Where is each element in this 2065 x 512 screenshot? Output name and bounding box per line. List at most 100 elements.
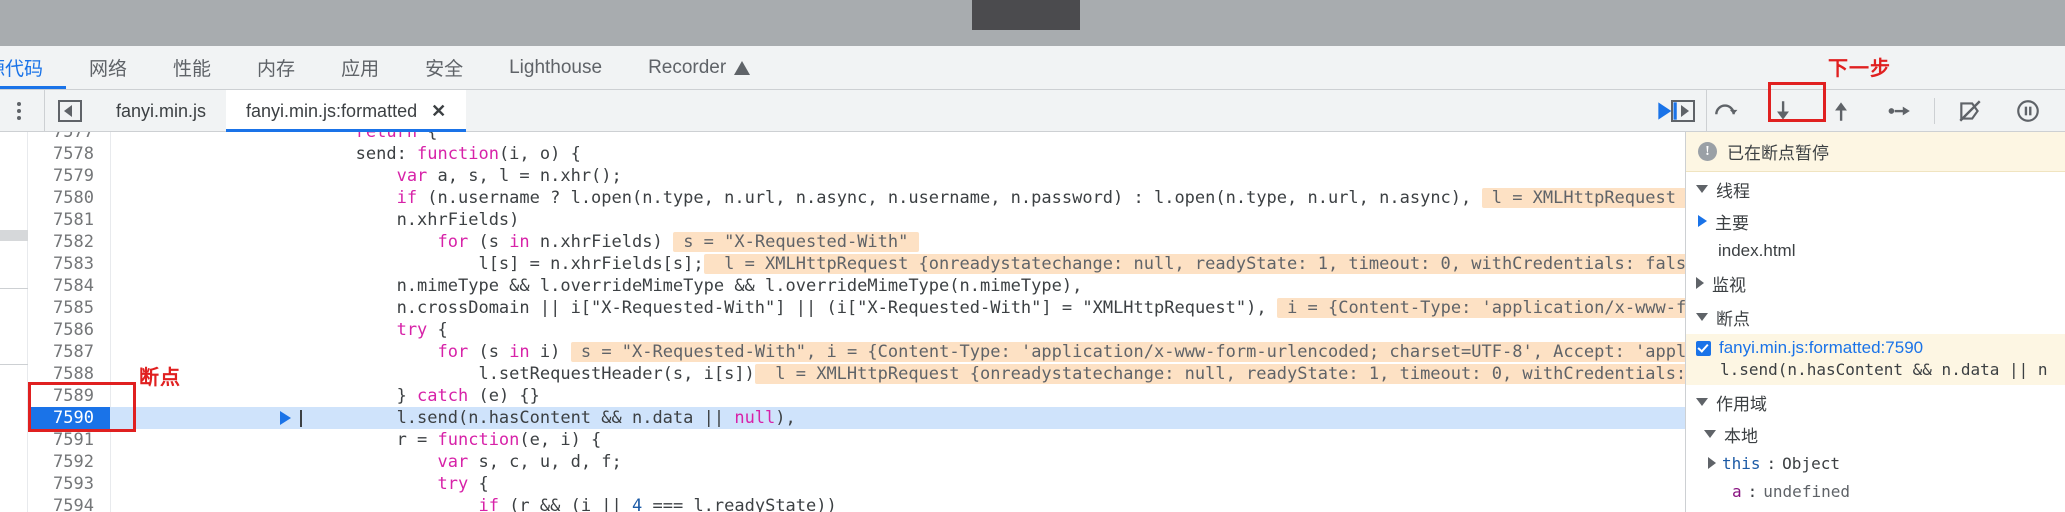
source-code-editor[interactable]: 7577 return {7578 send: function(i, o) {… xyxy=(0,132,1685,512)
code-lines-container[interactable]: 7577 return {7578 send: function(i, o) {… xyxy=(28,132,1685,512)
scope-row-this[interactable]: this: Object xyxy=(1686,449,2065,477)
devtools-tab-1[interactable]: 网络 xyxy=(66,46,150,89)
section-label-breakpoints: 断点 xyxy=(1716,309,1750,329)
thread-item-file[interactable]: index.html xyxy=(1686,236,2065,266)
deactivate-breakpoints-button[interactable] xyxy=(1941,90,1999,132)
devtools-tab-3[interactable]: 内存 xyxy=(234,46,318,89)
inline-value-hint: l = XMLHttpRequest {onrea xyxy=(1481,188,1685,208)
line-number[interactable]: 7592 xyxy=(28,451,110,473)
line-number[interactable]: 7578 xyxy=(28,143,110,165)
info-icon: ! xyxy=(1698,142,1717,161)
code-token: (s xyxy=(468,232,510,252)
devtools-tab-5[interactable]: 安全 xyxy=(402,46,486,89)
code-line[interactable]: 7585 n.crossDomain || i[ "X-Requested-Wit… xyxy=(28,297,1685,319)
line-number[interactable]: 7584 xyxy=(28,275,110,297)
controls-divider xyxy=(1934,98,1935,124)
code-line[interactable]: 7587 for (s in i) s = "X-Requested-With"… xyxy=(28,341,1685,363)
code-line[interactable]: 7589 } catch (e) {} xyxy=(28,385,1685,407)
devtools-tab-6[interactable]: Lighthouse xyxy=(486,46,625,89)
code-line[interactable]: 7583 l[s] = n.xhrFields[s]; l = XMLHttpR… xyxy=(28,253,1685,275)
code-token: in xyxy=(509,342,530,362)
scope-value-this: Object xyxy=(1782,453,1840,473)
step-out-of-current-function-button[interactable] xyxy=(1812,90,1870,132)
file-tab-1[interactable]: fanyi.min.js:formatted ✕ xyxy=(226,90,467,132)
line-number[interactable]: 7587 xyxy=(28,341,110,363)
code-token: r = xyxy=(110,430,438,450)
warning-triangle-icon xyxy=(734,60,751,75)
file-tab-0[interactable]: fanyi.min.js xyxy=(96,90,226,132)
section-header-breakpoints[interactable]: 断点 xyxy=(1686,300,2065,334)
scope-group-local[interactable]: 本地 xyxy=(1686,419,2065,449)
close-icon[interactable]: ✕ xyxy=(431,101,446,122)
deactivate-breakpoints-icon xyxy=(1959,100,1981,122)
line-content: l.send(n.hasContent && n.data || null), xyxy=(110,407,796,429)
line-number[interactable]: 7577 xyxy=(28,132,110,143)
code-line[interactable]: 7593 try { xyxy=(28,473,1685,495)
line-number[interactable]: 7580 xyxy=(28,187,110,209)
code-token: ] = xyxy=(1041,298,1083,318)
code-line[interactable]: 7594 if (r && (i || 4 === l.readyState)) xyxy=(28,495,1685,512)
devtools-tab-0[interactable]: 源代码 xyxy=(0,46,67,89)
more-options-icon[interactable] xyxy=(8,100,30,122)
code-line[interactable]: 7584 n.mimeType && l.overrideMimeType &&… xyxy=(28,275,1685,297)
step-icon xyxy=(1888,106,1910,116)
code-token: if xyxy=(478,496,499,512)
line-number[interactable]: 7585 xyxy=(28,297,110,319)
breakpoint-enabled-checkbox[interactable] xyxy=(1696,340,1711,356)
breakpoint-code-preview: l.send(n.hasContent && n.data || n xyxy=(1720,360,2048,379)
code-token: "X-Requested-With" xyxy=(857,298,1042,318)
section-header-scope[interactable]: 作用域 xyxy=(1686,385,2065,419)
code-line[interactable]: 7590 l.send(n.hasContent && n.data || nu… xyxy=(28,407,1685,429)
line-number[interactable]: 7588 xyxy=(28,363,110,385)
resume-script-execution-button[interactable] xyxy=(1638,90,1696,132)
breakpoint-row: fanyi.min.js:formatted:7590 xyxy=(1696,338,2055,358)
chevron-right-icon[interactable] xyxy=(1708,457,1716,469)
code-line[interactable]: 7579 var a, s, l = n.xhr(); xyxy=(28,165,1685,187)
scope-row-a[interactable]: a: undefined xyxy=(1686,477,2065,505)
section-header-watch[interactable]: 监视 xyxy=(1686,266,2065,300)
code-line[interactable]: 7588 l.setRequestHeader(s, i[s]) l = XML… xyxy=(28,363,1685,385)
code-token: function xyxy=(417,144,499,164)
code-line[interactable]: 7582 for (s in n.xhrFields) s = "X-Reque… xyxy=(28,231,1685,253)
step-over-next-function-call-button[interactable] xyxy=(1696,90,1754,132)
line-number[interactable]: 7593 xyxy=(28,473,110,495)
code-token: n.crossDomain || i[ xyxy=(110,298,592,318)
thread-item-main[interactable]: 主要 xyxy=(1686,206,2065,236)
devtools-tab-7[interactable]: Recorder xyxy=(625,46,773,89)
devtools-tab-2[interactable]: 性能 xyxy=(150,46,234,89)
devtools-tab-4[interactable]: 应用 xyxy=(318,46,402,89)
line-number[interactable]: 7589 xyxy=(28,385,110,407)
step-into-next-function-call-button[interactable] xyxy=(1754,90,1812,132)
step-button[interactable] xyxy=(1870,90,1928,132)
code-line[interactable]: 7577 return { xyxy=(28,132,1685,143)
section-header-threads[interactable]: 线程 xyxy=(1686,172,2065,206)
code-line[interactable]: 7580 if (n.username ? l.open(n.type, n.u… xyxy=(28,187,1685,209)
breakpoint-list-item[interactable]: fanyi.min.js:formatted:7590 l.send(n.has… xyxy=(1686,334,2065,385)
show-navigator-icon[interactable] xyxy=(58,99,82,122)
pause-on-exceptions-button[interactable] xyxy=(1999,90,2057,132)
line-number[interactable]: 7582 xyxy=(28,231,110,253)
devtools-tab-label: 源代码 xyxy=(0,59,44,80)
line-number[interactable]: 7579 xyxy=(28,165,110,187)
code-line[interactable]: 7592 var s, c, u, d, f; xyxy=(28,451,1685,473)
line-number[interactable]: 7590 xyxy=(28,407,110,429)
line-number[interactable]: 7583 xyxy=(28,253,110,275)
line-number[interactable]: 7591 xyxy=(28,429,110,451)
line-number[interactable]: 7581 xyxy=(28,209,110,231)
code-line[interactable]: 7581 n.xhrFields) xyxy=(28,209,1685,231)
thread-label-file: index.html xyxy=(1718,241,1796,260)
code-line[interactable]: 7578 send: function(i, o) { xyxy=(28,143,1685,165)
code-line[interactable]: 7591 r = function(e, i) { xyxy=(28,429,1685,451)
line-content: n.xhrFields) xyxy=(110,209,520,231)
code-line[interactable]: 7586 try { xyxy=(28,319,1685,341)
code-token: for xyxy=(437,342,469,362)
line-number[interactable]: 7594 xyxy=(28,495,110,512)
scope-key-this: this xyxy=(1722,453,1761,473)
line-number[interactable]: 7586 xyxy=(28,319,110,341)
code-token: i) xyxy=(529,342,571,362)
